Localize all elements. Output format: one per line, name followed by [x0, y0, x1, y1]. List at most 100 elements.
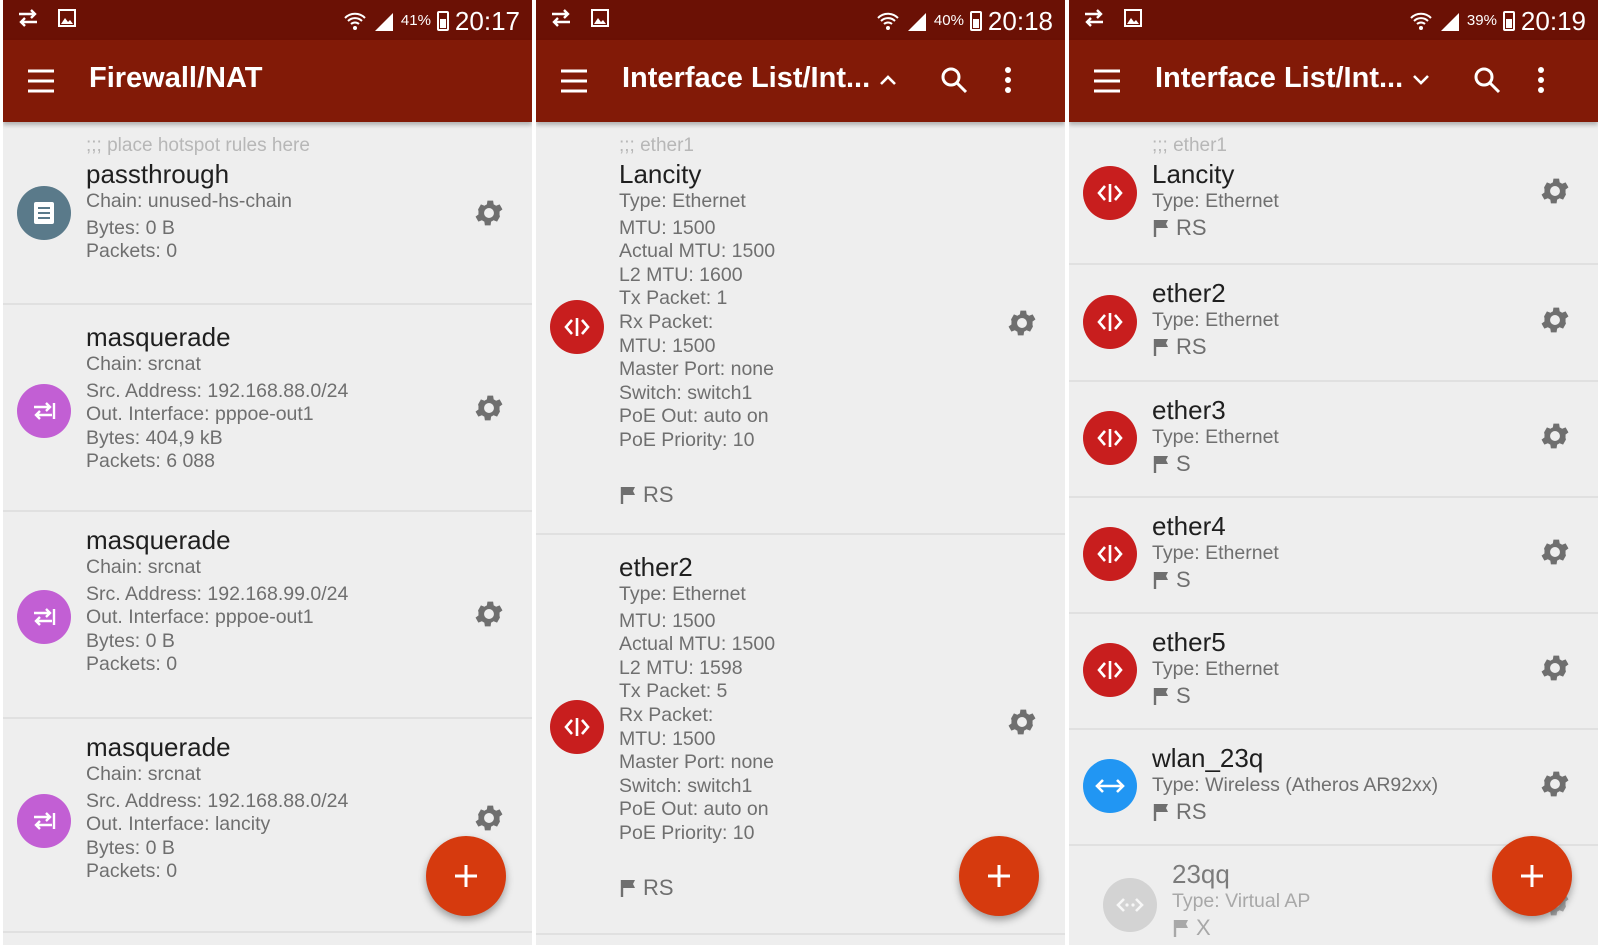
interface-detail: Switch: switch1 — [619, 381, 753, 404]
interface-text: ether4 Type: Ethernet S — [1152, 510, 1512, 594]
rule-name: masquerade — [86, 732, 231, 762]
interface-name: ether5 — [1152, 627, 1226, 657]
search-button[interactable] — [1469, 62, 1505, 98]
status-bar: 39% 20:19 — [1069, 0, 1598, 40]
interface-name: ether2 — [1152, 278, 1226, 308]
overflow-menu-button[interactable] — [990, 62, 1026, 98]
wireless-icon — [1083, 759, 1137, 813]
list-item[interactable]: ;;; ether1 Lancity Type: Ethernet RS — [1069, 122, 1598, 265]
gear-icon[interactable] — [1538, 419, 1572, 453]
rule-name: passthrough — [86, 159, 230, 189]
ethernet-icon — [1083, 411, 1137, 465]
interface-name: ether4 — [1152, 511, 1226, 541]
interface-detail: PoE Priority: 10 — [619, 428, 755, 451]
interface-type: Type: Ethernet — [1152, 190, 1279, 212]
add-button[interactable] — [1492, 836, 1572, 916]
interface-detail: Tx Packet: 1 — [619, 287, 728, 310]
flag-icon — [620, 486, 635, 504]
nat-icon — [17, 794, 71, 848]
page-title: Interface List/Int... — [1155, 62, 1404, 94]
signal-icon — [374, 13, 393, 31]
list-item[interactable]: ether4 Type: Ethernet S — [1069, 498, 1598, 614]
data-transfer-icon — [1085, 9, 1103, 27]
list-item[interactable]: wlan_23q Type: Wireless (Atheros AR92xx)… — [1069, 730, 1598, 846]
gear-icon[interactable] — [1538, 767, 1572, 801]
interface-name: ether2 — [619, 552, 693, 582]
menu-icon[interactable] — [25, 66, 57, 96]
list-item[interactable]: ether5 Type: Ethernet S — [1069, 614, 1598, 730]
flag-icon — [1153, 803, 1168, 821]
more-vert-icon — [1005, 67, 1011, 93]
gear-icon[interactable] — [1538, 651, 1572, 685]
interface-flags: S — [1152, 450, 1512, 478]
clock: 20:19 — [1520, 6, 1586, 36]
gear-icon[interactable] — [1005, 705, 1039, 739]
interface-detail: PoE Out: auto on — [619, 405, 769, 428]
battery-icon — [436, 11, 449, 31]
menu-icon[interactable] — [558, 66, 590, 96]
battery-icon — [1502, 11, 1515, 31]
wifi-icon — [1410, 12, 1432, 30]
interface-text: ether3 Type: Ethernet S — [1152, 394, 1512, 478]
gallery-icon — [591, 9, 609, 27]
rule-detail: Bytes: 0 B — [86, 216, 175, 239]
interface-list-screen: 39% 20:19 Interface List/Int... ;;; ethe… — [1069, 0, 1598, 945]
interface-flags: RS — [1152, 798, 1532, 826]
interface-flags: RS — [1152, 214, 1512, 242]
rule-detail: Out. Interface: pppoe-out1 — [86, 403, 314, 426]
gear-icon[interactable] — [1538, 535, 1572, 569]
add-button[interactable] — [426, 836, 506, 916]
menu-icon[interactable] — [1091, 66, 1123, 96]
interface-name: 23qq — [1172, 859, 1230, 889]
virtual-ap-icon — [1103, 878, 1157, 932]
gear-icon[interactable] — [1538, 303, 1572, 337]
interface-detail: L2 MTU: 1598 — [619, 656, 743, 679]
list-item[interactable]: ether2 Type: Ethernet RS — [1069, 265, 1598, 382]
status-bar: 40% 20:18 — [536, 0, 1065, 40]
rule-name: masquerade — [86, 525, 231, 555]
battery-percent: 41% — [400, 12, 431, 29]
gear-icon[interactable] — [1538, 174, 1572, 208]
battery-percent: 39% — [1466, 12, 1497, 29]
list-item[interactable]: masquerade Chain: srcnat Src. Address: 1… — [3, 305, 532, 512]
rule-comment: ;;; place hotspot rules here — [86, 135, 310, 156]
interface-type: Type: Ethernet — [1152, 426, 1279, 448]
interface-name: ether3 — [1152, 395, 1226, 425]
expand-button[interactable] — [1403, 62, 1439, 98]
rule-detail: Out. Interface: pppoe-out1 — [86, 606, 314, 629]
flag-text: RS — [643, 874, 674, 900]
gear-icon[interactable] — [472, 196, 506, 230]
overflow-menu-button[interactable] — [1523, 62, 1559, 98]
gear-icon[interactable] — [472, 801, 506, 835]
gear-icon[interactable] — [472, 391, 506, 425]
wifi-icon — [877, 12, 899, 30]
firewall-nat-screen: 41% 20:17 Firewall/NAT ;;; place hotspot… — [3, 0, 532, 945]
add-button[interactable] — [959, 836, 1039, 916]
list-item[interactable]: ;;; ether1 Lancity Type: Ethernet MTU: 1… — [536, 122, 1065, 535]
gallery-icon — [58, 9, 76, 27]
ethernet-icon — [1083, 295, 1137, 349]
interface-detail: PoE Out: auto on — [619, 798, 769, 821]
chevron-down-icon — [1413, 75, 1429, 85]
interface-detail: MTU: 1500 — [619, 216, 716, 239]
flag-icon — [1153, 338, 1168, 356]
flag-icon — [1153, 219, 1168, 237]
interface-detail: Rx Packet: — [619, 703, 714, 726]
gear-icon[interactable] — [472, 597, 506, 631]
list-item[interactable]: ;;; place hotspot rules here passthrough… — [3, 122, 532, 305]
interface-flags: X — [1172, 914, 1532, 942]
list-item[interactable]: masquerade Chain: srcnat Src. Address: 1… — [3, 512, 532, 719]
nat-icon — [17, 590, 71, 644]
interface-comment: ;;; ether1 — [619, 135, 694, 156]
app-bar: Interface List/Int... — [536, 40, 1065, 122]
collapse-button[interactable] — [870, 62, 906, 98]
interface-text: ether2 Type: Ethernet MTU: 1500 Actual M… — [619, 551, 979, 902]
rule-detail: Chain: srcnat — [86, 556, 201, 578]
gear-icon[interactable] — [1005, 306, 1039, 340]
list-item[interactable]: ether3 Type: Ethernet S — [1069, 382, 1598, 498]
search-button[interactable] — [936, 62, 972, 98]
plus-icon — [1521, 865, 1543, 887]
clock: 20:18 — [987, 6, 1053, 36]
battery-icon — [969, 11, 982, 31]
data-transfer-icon — [552, 9, 570, 27]
